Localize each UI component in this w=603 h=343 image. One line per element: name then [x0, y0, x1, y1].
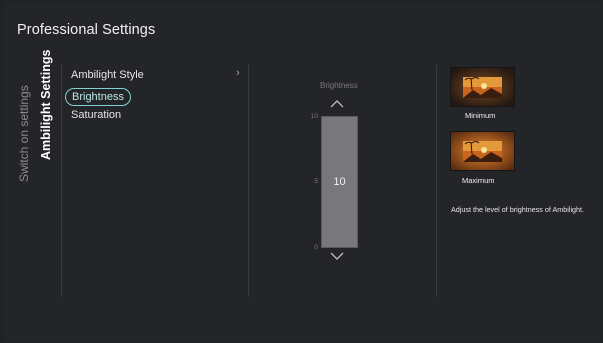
chevron-right-icon: › — [236, 67, 240, 79]
slider-label: Brightness — [320, 81, 358, 90]
menu-item-brightness[interactable]: Brightness — [65, 88, 131, 106]
preview-image-minimum — [450, 67, 515, 107]
help-description: Adjust the level of brightness of Ambili… — [451, 205, 585, 214]
chevron-up-icon[interactable] — [330, 100, 344, 108]
column-divider — [248, 65, 249, 297]
chevron-down-icon[interactable] — [330, 252, 344, 260]
vertical-tabs: Switch on settings Ambilight Settings — [13, 50, 61, 298]
slider-value: 10 — [333, 176, 346, 188]
column-divider — [436, 65, 437, 297]
tab-ambilight-settings[interactable]: Ambilight Settings — [39, 50, 53, 160]
menu-item-ambilight-style[interactable]: Ambilight Style — [71, 69, 144, 81]
slider-mid-label: 5 — [314, 178, 318, 185]
preview-image-maximum — [450, 131, 515, 171]
tab-switch-on-settings[interactable]: Switch on settings — [17, 85, 31, 182]
menu-item-saturation[interactable]: Saturation — [71, 109, 121, 121]
page-title: Professional Settings — [17, 22, 156, 38]
preview-caption-maximum: Maximum — [462, 176, 495, 185]
brightness-slider[interactable]: Brightness 10 5 0 10 — [300, 80, 390, 265]
slider-max-label: 10 — [310, 113, 318, 120]
slider-min-label: 0 — [314, 244, 318, 251]
preview-caption-minimum: Minimum — [465, 111, 496, 120]
column-divider — [61, 65, 62, 297]
